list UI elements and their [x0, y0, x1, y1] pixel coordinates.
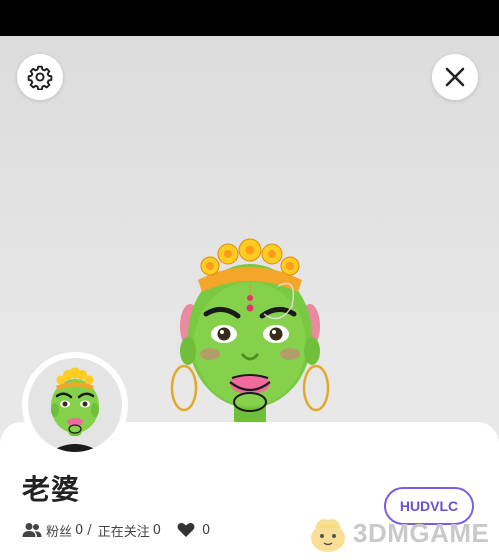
close-button[interactable]	[432, 54, 478, 100]
close-icon	[445, 67, 465, 87]
watermark: 3DMGAME	[305, 508, 489, 558]
profile-name: 老婆	[22, 473, 81, 506]
mascot-logo	[311, 519, 345, 552]
settings-button[interactable]	[17, 54, 63, 100]
avatar-thumbnail	[50, 367, 100, 452]
heart-icon	[177, 522, 195, 537]
following-count[interactable]: 0	[153, 523, 161, 538]
stats-separator: /	[87, 522, 92, 538]
profile-stats: 粉丝 0 / 正在关注 0 0	[22, 520, 214, 540]
avatar[interactable]	[22, 352, 128, 458]
people-icon	[22, 523, 42, 537]
likes-count[interactable]: 0	[202, 523, 210, 538]
status-bar	[0, 0, 499, 36]
gear-icon	[27, 65, 53, 90]
following-label: 正在关注	[97, 524, 150, 540]
watermark-text: 3DMGAME	[353, 517, 490, 548]
followers-label: 粉丝	[46, 524, 73, 540]
followers-count[interactable]: 0	[75, 523, 83, 538]
